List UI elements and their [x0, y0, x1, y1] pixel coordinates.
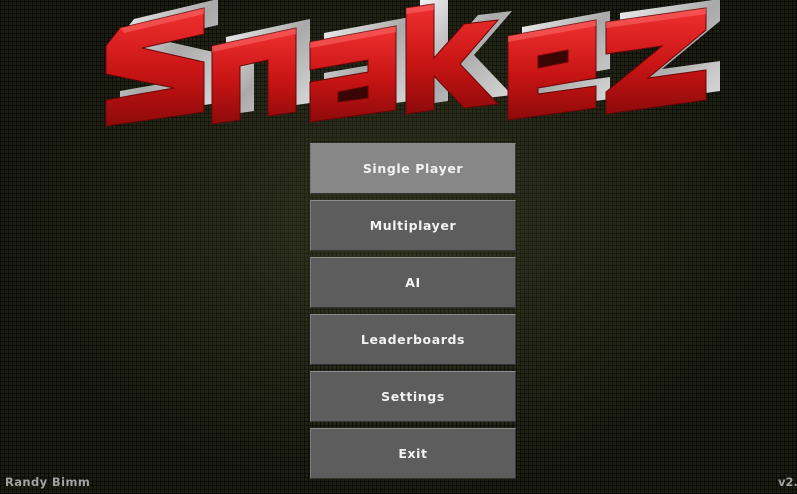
single-player-button[interactable]: Single Player — [310, 143, 516, 194]
settings-button[interactable]: Settings — [310, 371, 516, 422]
game-logo — [100, 0, 725, 128]
main-menu: Single Player Multiplayer AI Leaderboard… — [310, 143, 516, 485]
version-label: v2. — [778, 475, 797, 489]
ai-button[interactable]: AI — [310, 257, 516, 308]
author-credit: Randy Bimm — [5, 475, 91, 489]
snakez-logo-icon — [105, 0, 720, 127]
exit-button[interactable]: Exit — [310, 428, 516, 479]
multiplayer-button[interactable]: Multiplayer — [310, 200, 516, 251]
leaderboards-button[interactable]: Leaderboards — [310, 314, 516, 365]
